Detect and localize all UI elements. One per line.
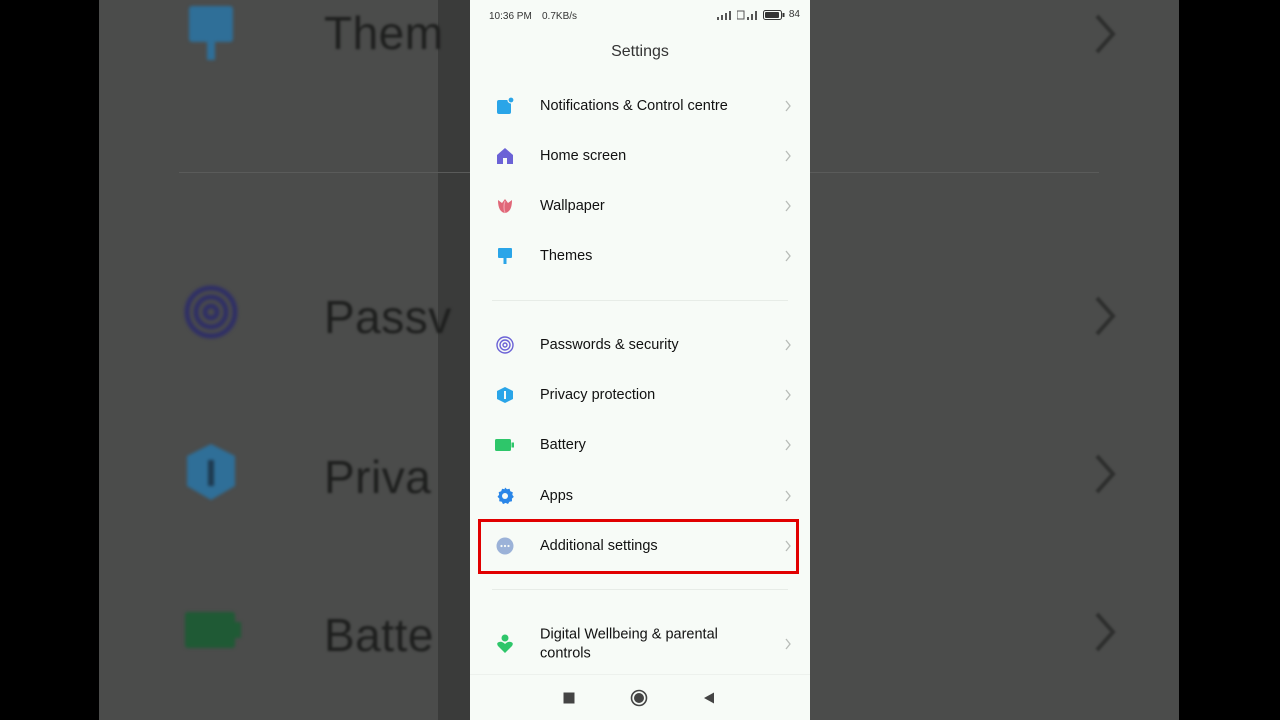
status-bar: 10:36 PM 0.7KB/s 84	[470, 0, 810, 34]
circle-icon	[630, 689, 648, 707]
chevron-right-icon	[785, 389, 791, 401]
chevron-right-icon	[785, 490, 791, 502]
chevron-right-icon	[785, 200, 791, 212]
shield-icon	[187, 444, 235, 500]
status-time: 10:36 PM	[489, 11, 532, 22]
chevron-right-icon	[785, 339, 791, 351]
highlight-box	[478, 519, 799, 574]
battery-icon	[185, 612, 241, 648]
status-icons: 84	[715, 9, 800, 20]
settings-item-label: Home screen	[540, 148, 627, 164]
chevron-right-icon	[785, 250, 791, 262]
settings-item-label: Battery	[540, 437, 586, 453]
back-button[interactable]	[703, 692, 715, 704]
settings-item-label: Privacy protection	[540, 387, 656, 403]
tulip-icon	[494, 195, 516, 217]
page-title: Settings	[611, 43, 669, 60]
settings-item-apps[interactable]: Apps	[470, 471, 810, 521]
group-divider	[492, 300, 788, 301]
bg-label-privacy: Priva	[324, 451, 432, 503]
recents-button[interactable]	[563, 692, 575, 704]
navigation-bar	[470, 674, 810, 720]
settings-item-label: Wallpaper	[540, 198, 605, 214]
chevron-right-icon	[1095, 454, 1116, 494]
settings-item-label: Digital Wellbeing & parental controls	[540, 626, 718, 662]
chevron-right-icon	[785, 150, 791, 162]
chevron-right-icon	[1095, 612, 1116, 652]
battery-percent: 84	[788, 9, 800, 20]
wellbeing-icon	[494, 633, 516, 655]
settings-item-privacy-protection[interactable]: Privacy protection	[470, 370, 810, 420]
chevron-right-icon	[1095, 14, 1116, 54]
gear-icon	[494, 485, 516, 507]
fingerprint-icon	[184, 285, 238, 339]
bg-label-themes: Them	[324, 7, 444, 59]
square-icon	[563, 692, 575, 704]
settings-item-themes[interactable]: Themes	[470, 231, 810, 281]
chevron-right-icon	[1095, 296, 1116, 336]
settings-item-label: Passwords & security	[540, 337, 679, 353]
settings-item-passwords-security[interactable]: Passwords & security	[470, 320, 810, 370]
group-divider	[492, 589, 788, 590]
shield-icon	[494, 384, 516, 406]
chevron-right-icon	[785, 100, 791, 112]
volte-signal-icon	[736, 10, 757, 20]
settings-item-home-screen[interactable]: Home screen	[470, 131, 810, 181]
settings-item-notifications[interactable]: Notifications & Control centre	[470, 81, 810, 131]
back-triangle-icon	[704, 692, 714, 704]
bg-label-passwords: Passv	[324, 291, 452, 343]
settings-item-wallpaper[interactable]: Wallpaper	[470, 181, 810, 231]
phone-screen: 10:36 PM 0.7KB/s 84 Settings Notificatio…	[470, 0, 810, 720]
settings-item-label: Notifications & Control centre	[540, 98, 728, 114]
battery-status-icon	[762, 9, 785, 20]
home-button[interactable]	[630, 689, 648, 707]
chevron-right-icon	[785, 638, 791, 650]
settings-item-battery[interactable]: Battery	[470, 420, 810, 470]
chevron-right-icon	[785, 439, 791, 451]
fingerprint-icon	[494, 334, 516, 356]
settings-item-digital-wellbeing[interactable]: Digital Wellbeing & parental controls	[470, 619, 810, 669]
paintbrush-icon	[494, 245, 516, 267]
battery-icon	[494, 434, 516, 456]
network-speed: 0.7KB/s	[542, 11, 578, 22]
notification-icon	[494, 95, 516, 117]
settings-item-label: Themes	[540, 248, 593, 264]
bg-label-battery: Batte	[324, 609, 434, 661]
paintbrush-icon	[189, 6, 233, 60]
home-icon	[494, 145, 516, 167]
signal-icon	[716, 10, 731, 20]
settings-item-label: Apps	[540, 488, 574, 504]
